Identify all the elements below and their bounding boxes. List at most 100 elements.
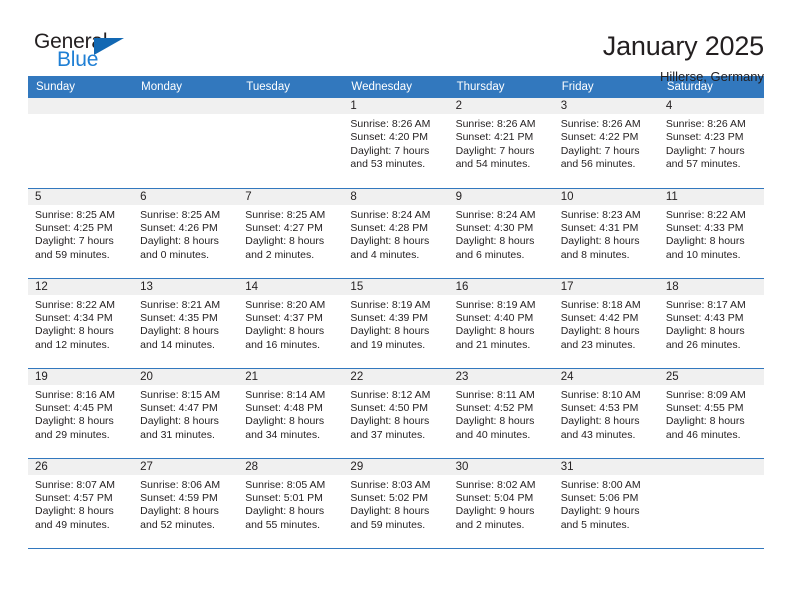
day-cell-inner: 4 Sunrise: 8:26 AM Sunset: 4:23 PM Daylight… [658, 98, 764, 187]
calendar-day-cell[interactable]: 18 Sunrise: 8:17 AM Sunset: 4:43 PM Dayligh… [658, 278, 764, 369]
day-number: 21 [238, 368, 344, 385]
daylight-text-line1: Daylight: 8 hours [560, 325, 640, 338]
sunrise-text: Sunrise: 8:24 AM [455, 208, 536, 221]
sunrise-text: Sunrise: 8:20 AM [245, 298, 326, 311]
day-cell-inner [658, 458, 764, 548]
calendar-day-cell[interactable]: 23 Sunrise: 8:11 AM Sunset: 4:52 PM Dayligh… [448, 368, 554, 459]
daylight-text-line1: Daylight: 8 hours [140, 415, 219, 428]
day-number: 7 [238, 188, 344, 205]
daylight-text-line1: Daylight: 7 hours [560, 144, 640, 157]
sunset-text: Sunset: 4:55 PM [665, 401, 744, 414]
day-number [238, 98, 344, 114]
calendar-day-cell[interactable]: 11 Sunrise: 8:22 AM Sunset: 4:33 PM Dayligh… [658, 188, 764, 279]
calendar-day-cell[interactable]: 27 Sunrise: 8:06 AM Sunset: 4:59 PM Dayligh… [133, 458, 239, 549]
day-sun-info: Sunrise: 8:26 AM Sunset: 4:21 PM Daylight:… [449, 114, 554, 172]
day-number: 27 [133, 458, 239, 475]
sunset-text: Sunset: 4:43 PM [665, 311, 744, 324]
calendar-day-cell[interactable]: 20 Sunrise: 8:15 AM Sunset: 4:47 PM Dayligh… [133, 368, 239, 459]
calendar-day-cell[interactable]: 8 Sunrise: 8:24 AM Sunset: 4:28 PM Daylight… [343, 188, 449, 279]
calendar-day-cell[interactable]: 15 Sunrise: 8:19 AM Sunset: 4:39 PM Dayligh… [343, 278, 449, 369]
calendar-day-cell[interactable]: 29 Sunrise: 8:03 AM Sunset: 5:02 PM Dayligh… [343, 458, 449, 549]
sunset-text: Sunset: 4:27 PM [245, 221, 323, 234]
day-number: 20 [133, 368, 239, 385]
calendar-day-cell[interactable]: 10 Sunrise: 8:23 AM Sunset: 4:31 PM Dayligh… [553, 188, 659, 279]
day-sun-info: Sunrise: 8:09 AM Sunset: 4:55 PM Daylight:… [659, 385, 764, 443]
daylight-text-line1: Daylight: 8 hours [35, 505, 114, 518]
calendar-day-cell[interactable]: 26 Sunrise: 8:07 AM Sunset: 4:57 PM Dayligh… [28, 458, 134, 549]
sunset-text: Sunset: 4:57 PM [35, 491, 113, 504]
calendar-table: Sunday Monday Tuesday Wednesday Thursday… [28, 76, 764, 549]
day-number [28, 98, 134, 114]
daylight-text-line2: and 2 minutes. [455, 518, 525, 531]
day-sun-info: Sunrise: 8:00 AM Sunset: 5:06 PM Daylight:… [554, 475, 659, 533]
calendar-cell-empty [28, 98, 134, 189]
calendar-day-cell[interactable]: 16 Sunrise: 8:19 AM Sunset: 4:40 PM Dayligh… [448, 278, 554, 369]
calendar-day-cell[interactable]: 9 Sunrise: 8:24 AM Sunset: 4:30 PM Daylight… [448, 188, 554, 279]
calendar-week-row: 12 Sunrise: 8:22 AM Sunset: 4:34 PM Dayligh… [28, 278, 764, 369]
sunset-text: Sunset: 4:34 PM [35, 311, 113, 324]
day-number: 4 [658, 98, 764, 114]
calendar-day-cell[interactable]: 5 Sunrise: 8:25 AM Sunset: 4:25 PM Daylight… [28, 188, 134, 279]
sunset-text: Sunset: 4:47 PM [140, 401, 218, 414]
day-cell-inner: 24 Sunrise: 8:10 AM Sunset: 4:53 PM Dayligh… [553, 368, 659, 458]
day-sun-info: Sunrise: 8:26 AM Sunset: 4:23 PM Daylight:… [659, 114, 764, 172]
daylight-text-line1: Daylight: 7 hours [455, 144, 535, 157]
sunrise-text: Sunrise: 8:17 AM [665, 298, 746, 311]
day-number: 31 [553, 458, 659, 475]
daylight-text-line2: and 2 minutes. [245, 248, 315, 261]
sunset-text: Sunset: 4:35 PM [140, 311, 218, 324]
day-sun-info: Sunrise: 8:14 AM Sunset: 4:48 PM Daylight:… [238, 385, 343, 443]
calendar-day-cell[interactable]: 19 Sunrise: 8:16 AM Sunset: 4:45 PM Dayligh… [28, 368, 134, 459]
daylight-text-line2: and 6 minutes. [455, 248, 525, 261]
sunrise-text: Sunrise: 8:26 AM [350, 118, 431, 130]
daylight-text-line1: Daylight: 8 hours [245, 325, 325, 338]
sunset-text: Sunset: 5:01 PM [245, 491, 323, 504]
day-number: 30 [448, 458, 554, 475]
calendar-day-cell[interactable]: 3 Sunrise: 8:26 AM Sunset: 4:22 PM Daylight… [553, 98, 659, 189]
daylight-text-line1: Daylight: 8 hours [350, 415, 430, 428]
day-number: 23 [448, 368, 554, 385]
calendar-day-cell[interactable]: 17 Sunrise: 8:18 AM Sunset: 4:42 PM Dayligh… [553, 278, 659, 369]
day-sun-info: Sunrise: 8:20 AM Sunset: 4:37 PM Daylight:… [238, 295, 343, 353]
calendar-day-cell[interactable]: 24 Sunrise: 8:10 AM Sunset: 4:53 PM Dayligh… [553, 368, 659, 459]
day-number: 16 [448, 278, 554, 295]
calendar-day-cell[interactable]: 14 Sunrise: 8:20 AM Sunset: 4:37 PM Dayligh… [238, 278, 344, 369]
day-cell-inner: 1 Sunrise: 8:26 AM Sunset: 4:20 PM Daylight… [343, 98, 449, 187]
day-number [658, 458, 764, 475]
calendar-week-row: 1 Sunrise: 8:26 AM Sunset: 4:20 PM Daylight… [28, 98, 764, 189]
sunset-text: Sunset: 4:21 PM [455, 131, 534, 144]
day-number: 10 [553, 188, 659, 205]
day-cell-inner: 23 Sunrise: 8:11 AM Sunset: 4:52 PM Dayligh… [448, 368, 554, 458]
sunset-text: Sunset: 4:22 PM [560, 131, 639, 144]
calendar-day-cell[interactable]: 1 Sunrise: 8:26 AM Sunset: 4:20 PM Daylight… [343, 98, 449, 189]
day-sun-info: Sunrise: 8:22 AM Sunset: 4:33 PM Daylight:… [659, 205, 764, 263]
sunset-text: Sunset: 4:23 PM [665, 131, 744, 144]
calendar-day-cell[interactable]: 30 Sunrise: 8:02 AM Sunset: 5:04 PM Dayligh… [448, 458, 554, 549]
daylight-text-line1: Daylight: 8 hours [140, 325, 219, 338]
sunset-text: Sunset: 4:37 PM [245, 311, 323, 324]
title-block: January 2025 Hillerse, Germany [603, 30, 764, 86]
day-sun-info: Sunrise: 8:03 AM Sunset: 5:02 PM Daylight:… [343, 475, 448, 533]
sunrise-text: Sunrise: 8:14 AM [245, 388, 326, 401]
calendar-day-cell[interactable]: 7 Sunrise: 8:25 AM Sunset: 4:27 PM Daylight… [238, 188, 344, 279]
calendar-day-cell[interactable]: 28 Sunrise: 8:05 AM Sunset: 5:01 PM Dayligh… [238, 458, 344, 549]
daylight-text-line2: and 43 minutes. [560, 428, 636, 441]
daylight-text-line1: Daylight: 8 hours [140, 505, 219, 518]
calendar-day-cell[interactable]: 31 Sunrise: 8:00 AM Sunset: 5:06 PM Dayligh… [553, 458, 659, 549]
daylight-text-line1: Daylight: 8 hours [350, 235, 430, 248]
calendar-day-cell[interactable]: 12 Sunrise: 8:22 AM Sunset: 4:34 PM Dayligh… [28, 278, 134, 369]
day-sun-info: Sunrise: 8:23 AM Sunset: 4:31 PM Daylight:… [554, 205, 659, 263]
calendar-day-cell[interactable]: 2 Sunrise: 8:26 AM Sunset: 4:21 PM Daylight… [448, 98, 554, 189]
sunrise-text: Sunrise: 8:06 AM [140, 478, 221, 491]
calendar-week-row: 19 Sunrise: 8:16 AM Sunset: 4:45 PM Dayligh… [28, 368, 764, 459]
calendar-day-cell[interactable]: 13 Sunrise: 8:21 AM Sunset: 4:35 PM Dayligh… [133, 278, 239, 369]
calendar-day-cell[interactable]: 25 Sunrise: 8:09 AM Sunset: 4:55 PM Dayligh… [658, 368, 764, 459]
day-cell-inner: 20 Sunrise: 8:15 AM Sunset: 4:47 PM Dayligh… [133, 368, 239, 458]
calendar-day-cell[interactable]: 22 Sunrise: 8:12 AM Sunset: 4:50 PM Dayligh… [343, 368, 449, 459]
sunrise-text: Sunrise: 8:00 AM [560, 478, 641, 491]
calendar-day-cell[interactable]: 21 Sunrise: 8:14 AM Sunset: 4:48 PM Dayligh… [238, 368, 344, 459]
calendar-day-cell[interactable]: 4 Sunrise: 8:26 AM Sunset: 4:23 PM Daylight… [658, 98, 764, 189]
daylight-text-line2: and 0 minutes. [140, 248, 210, 261]
daylight-text-line2: and 53 minutes. [350, 158, 426, 171]
calendar-day-cell[interactable]: 6 Sunrise: 8:25 AM Sunset: 4:26 PM Daylight… [133, 188, 239, 279]
